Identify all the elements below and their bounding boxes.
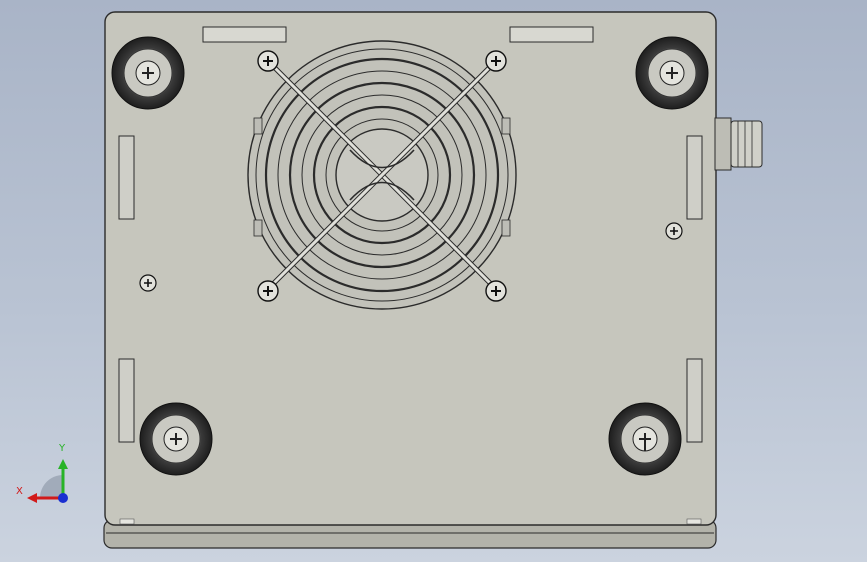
axis-triad <box>27 459 68 503</box>
rubber-foot-bottom-left[interactable] <box>139 402 213 476</box>
rubber-foot-top-right[interactable] <box>635 36 709 110</box>
cad-viewport[interactable]: X Y <box>0 0 867 562</box>
rubber-foot-bottom-right[interactable] <box>608 402 682 476</box>
x-axis-label: X <box>16 486 23 497</box>
y-axis-label: Y <box>59 443 66 454</box>
fan-grill[interactable] <box>247 40 517 310</box>
top-slot-left <box>202 26 287 43</box>
top-slot-right <box>509 26 594 43</box>
rubber-foot-top-left[interactable] <box>111 36 185 110</box>
side-connector[interactable] <box>714 117 763 171</box>
model-view[interactable] <box>0 0 867 562</box>
